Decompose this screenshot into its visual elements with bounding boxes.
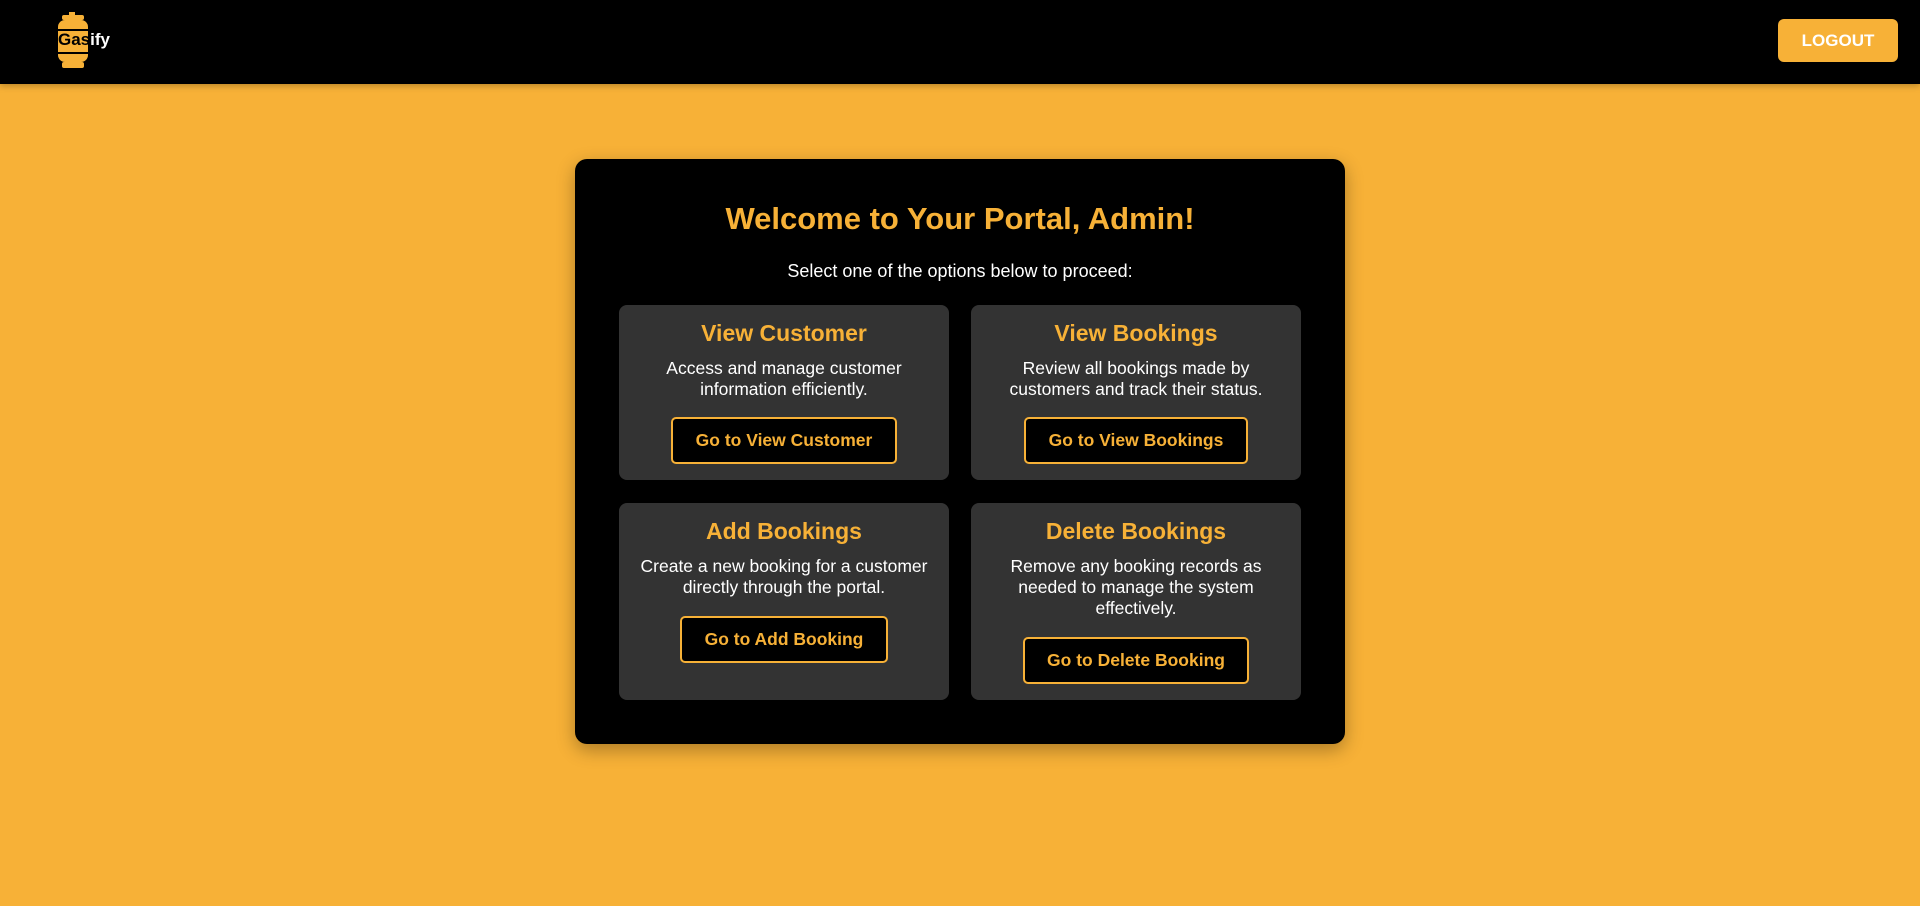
card-title: Add Bookings	[706, 518, 862, 544]
go-to-view-bookings-button[interactable]: Go to View Bookings	[1024, 417, 1248, 464]
card-view-customer: View Customer Access and manage customer…	[619, 305, 949, 480]
card-title: View Bookings	[1054, 320, 1218, 346]
card-description: Remove any booking records as needed to …	[1010, 556, 1262, 618]
logo-text: Gasify	[58, 30, 110, 50]
logo-text-gas: Gas	[58, 30, 91, 49]
card-add-bookings: Add Bookings Create a new booking for a …	[619, 503, 949, 700]
card-delete-bookings: Delete Bookings Remove any booking recor…	[971, 503, 1301, 700]
card-description: Access and manage customer information e…	[666, 358, 902, 399]
go-to-delete-booking-button[interactable]: Go to Delete Booking	[1023, 637, 1249, 684]
card-description: Review all bookings made by customers an…	[1009, 358, 1263, 399]
card-title: View Customer	[701, 320, 867, 346]
go-to-add-booking-button[interactable]: Go to Add Booking	[680, 616, 888, 663]
admin-portal-panel: Welcome to Your Portal, Admin! Select on…	[575, 159, 1345, 744]
logo-text-ify: ify	[90, 30, 110, 49]
logout-button[interactable]: LOGOUT	[1778, 19, 1898, 62]
top-navbar: Gasify LOGOUT	[0, 0, 1920, 84]
page-subtitle: Select one of the options below to proce…	[787, 261, 1133, 281]
card-title: Delete Bookings	[1045, 518, 1227, 544]
logo[interactable]: Gasify	[56, 12, 126, 70]
page-title: Welcome to Your Portal, Admin!	[725, 201, 1195, 236]
go-to-view-customer-button[interactable]: Go to View Customer	[671, 417, 897, 464]
card-view-bookings: View Bookings Review all bookings made b…	[971, 305, 1301, 480]
card-description: Create a new booking for a customer dire…	[640, 556, 928, 597]
